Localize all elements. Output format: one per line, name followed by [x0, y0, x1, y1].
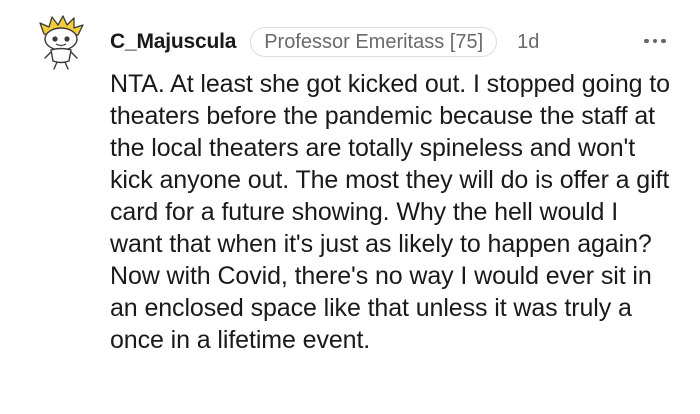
more-horizontal-icon — [644, 38, 649, 44]
author-username[interactable]: C_Majuscula — [110, 30, 236, 54]
user-avatar[interactable] — [36, 14, 86, 70]
more-options-button[interactable] — [638, 30, 672, 52]
comment-header: C_Majuscula Professor Emeritass [75] 1d — [110, 24, 539, 60]
comment-timestamp[interactable]: 1d — [517, 31, 539, 54]
more-horizontal-icon — [661, 38, 666, 44]
snoo-avatar-icon — [39, 15, 84, 70]
user-flair-badge: Professor Emeritass [75] — [250, 27, 498, 57]
comment-body: NTA. At least she got kicked out. I stop… — [110, 70, 670, 354]
more-horizontal-icon — [652, 38, 658, 44]
comment: C_Majuscula Professor Emeritass [75] 1d … — [0, 0, 700, 414]
